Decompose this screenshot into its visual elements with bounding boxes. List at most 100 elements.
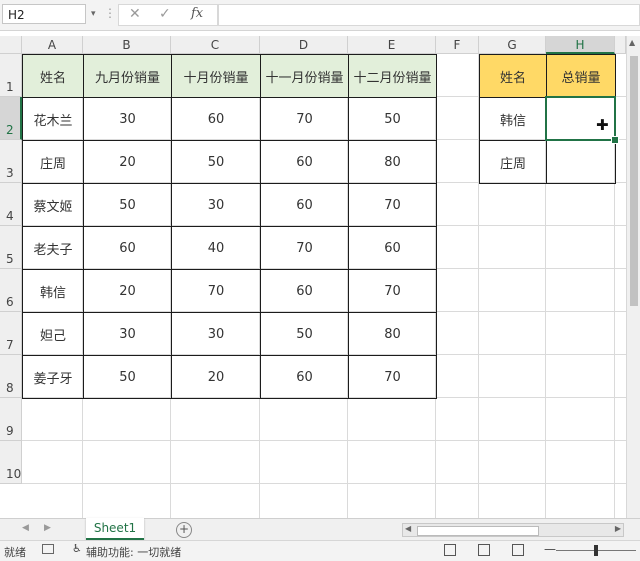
sales_table-header-cell[interactable]: 九月份销量 bbox=[83, 54, 171, 97]
sales_table-header-cell[interactable]: 姓名 bbox=[22, 54, 83, 97]
horizontal-scroll-thumb[interactable] bbox=[417, 526, 539, 536]
zoom-slider-thumb[interactable] bbox=[594, 545, 598, 556]
row-number: 1 bbox=[6, 80, 14, 94]
sales_table-cell[interactable]: 庄周 bbox=[22, 140, 83, 183]
sales_table-cell[interactable]: 50 bbox=[260, 312, 348, 355]
sales_table-cell[interactable]: 70 bbox=[260, 97, 348, 140]
scroll-left-icon[interactable]: ◀ bbox=[405, 524, 411, 533]
lookup_table-cell[interactable]: 韩信 bbox=[479, 97, 546, 140]
row-header-5[interactable]: 5 bbox=[0, 226, 22, 269]
sales_table-cell[interactable]: 30 bbox=[171, 312, 260, 355]
row-number: 6 bbox=[6, 295, 14, 309]
macro-record-icon[interactable] bbox=[42, 544, 54, 554]
sales_table-cell[interactable]: 80 bbox=[348, 312, 436, 355]
sales_table-cell[interactable]: 60 bbox=[348, 226, 436, 269]
cancel-icon[interactable]: ✕ bbox=[129, 6, 141, 22]
sales_table-header-cell[interactable]: 十二月份销量 bbox=[348, 54, 436, 97]
select-all-corner[interactable] bbox=[0, 36, 22, 54]
sales_table-cell[interactable]: 蔡文姬 bbox=[22, 183, 83, 226]
page-break-view-icon[interactable] bbox=[512, 544, 524, 556]
sales_table-cell[interactable]: 花木兰 bbox=[22, 97, 83, 140]
column-header-b[interactable]: B bbox=[83, 36, 171, 54]
formula-input[interactable] bbox=[218, 4, 640, 26]
row-header-8[interactable]: 8 bbox=[0, 355, 22, 398]
sales_table-cell[interactable]: 50 bbox=[171, 140, 260, 183]
scroll-right-icon[interactable]: ▶ bbox=[615, 524, 621, 533]
row-number: 7 bbox=[6, 338, 14, 352]
scroll-up-icon[interactable]: ▲ bbox=[629, 38, 635, 47]
row-header-3[interactable]: 3 bbox=[0, 140, 22, 183]
accessibility-status[interactable]: 辅助功能: 一切就绪 bbox=[86, 544, 181, 560]
sales_table-cell[interactable]: 20 bbox=[83, 269, 171, 312]
column-header-a[interactable]: A bbox=[22, 36, 83, 54]
sales_table-cell[interactable]: 60 bbox=[260, 140, 348, 183]
fx-icon[interactable]: fx bbox=[191, 6, 203, 21]
sales_table-cell[interactable]: 40 bbox=[171, 226, 260, 269]
lookup_table-header-cell[interactable]: 总销量 bbox=[546, 54, 615, 97]
sales_table-cell[interactable]: 60 bbox=[260, 269, 348, 312]
row-header-6[interactable]: 6 bbox=[0, 269, 22, 312]
fill-handle[interactable] bbox=[611, 136, 619, 144]
column-header-d[interactable]: D bbox=[260, 36, 348, 54]
name-box[interactable]: H2 bbox=[2, 4, 86, 24]
lookup_table-header-cell[interactable]: 姓名 bbox=[479, 54, 546, 97]
row-header-2[interactable]: 2 bbox=[0, 97, 22, 140]
lookup_table-cell[interactable]: 庄周 bbox=[479, 140, 546, 183]
sales_table-cell[interactable]: 20 bbox=[83, 140, 171, 183]
column-header-e[interactable]: E bbox=[348, 36, 436, 54]
page-layout-view-icon[interactable] bbox=[478, 544, 490, 556]
sales_table-cell[interactable]: 韩信 bbox=[22, 269, 83, 312]
enter-icon[interactable]: ✓ bbox=[159, 6, 171, 22]
row-header-7[interactable]: 7 bbox=[0, 312, 22, 355]
normal-view-icon[interactable] bbox=[444, 544, 456, 556]
sales_table-cell[interactable]: 60 bbox=[83, 226, 171, 269]
sales_table-cell[interactable]: 50 bbox=[348, 97, 436, 140]
vertical-scrollbar[interactable]: ▲ bbox=[626, 36, 640, 522]
vertical-scroll-thumb[interactable] bbox=[630, 56, 638, 306]
sales_table-cell[interactable]: 60 bbox=[260, 183, 348, 226]
sales_table-cell[interactable]: 姜子牙 bbox=[22, 355, 83, 398]
column-header-f[interactable]: F bbox=[436, 36, 479, 54]
tab-prev-icon[interactable]: ◀ bbox=[22, 523, 29, 533]
accessibility-icon[interactable]: ♿ bbox=[72, 542, 82, 555]
sales_table-cell[interactable]: 妲己 bbox=[22, 312, 83, 355]
tab-sheet1[interactable]: Sheet1 bbox=[86, 518, 144, 541]
row-header-1[interactable]: 1 bbox=[0, 54, 22, 97]
lookup_table-cell[interactable] bbox=[546, 140, 615, 183]
sales_table-cell[interactable]: 50 bbox=[83, 183, 171, 226]
sales_table-cell[interactable]: 70 bbox=[348, 183, 436, 226]
sales_table-cell[interactable]: 30 bbox=[83, 97, 171, 140]
add-sheet-icon[interactable]: + bbox=[176, 522, 192, 538]
row-header-10[interactable]: 10 bbox=[0, 441, 22, 484]
sales_table-header-cell[interactable]: 十一月份销量 bbox=[260, 54, 348, 97]
sales_table-cell[interactable]: 50 bbox=[83, 355, 171, 398]
sales_table-cell[interactable]: 80 bbox=[348, 140, 436, 183]
row-header-9[interactable]: 9 bbox=[0, 398, 22, 441]
row-header-4[interactable]: 4 bbox=[0, 183, 22, 226]
column-header-g[interactable]: G bbox=[479, 36, 546, 54]
sales_table-cell[interactable]: 20 bbox=[171, 355, 260, 398]
row-number: 10 bbox=[6, 467, 22, 481]
gridline-horizontal bbox=[22, 440, 626, 441]
gridline-horizontal bbox=[22, 483, 626, 484]
sales_table-cell[interactable]: 70 bbox=[171, 269, 260, 312]
sales_table-cell[interactable]: 70 bbox=[260, 226, 348, 269]
column-header-h[interactable]: H bbox=[546, 36, 615, 54]
sales_table-cell[interactable]: 30 bbox=[171, 183, 260, 226]
sales_table-header-cell[interactable]: 十月份销量 bbox=[171, 54, 260, 97]
sales_table-border-bottom bbox=[22, 398, 437, 399]
sales_table-cell[interactable]: 70 bbox=[348, 269, 436, 312]
sales_table-cell[interactable]: 30 bbox=[83, 312, 171, 355]
horizontal-scrollbar[interactable]: ◀ ▶ bbox=[402, 523, 624, 537]
column-header-blank bbox=[615, 36, 626, 54]
lookup_table-border-bottom bbox=[479, 183, 616, 184]
sales_table-cell[interactable]: 老夫子 bbox=[22, 226, 83, 269]
row-number: 3 bbox=[6, 166, 14, 180]
tab-next-icon[interactable]: ▶ bbox=[44, 523, 51, 533]
column-header-c[interactable]: C bbox=[171, 36, 260, 54]
zoom-out-icon[interactable]: — bbox=[544, 542, 556, 556]
name-box-dropdown-icon[interactable]: ▾ bbox=[91, 9, 96, 19]
sales_table-cell[interactable]: 60 bbox=[171, 97, 260, 140]
sales_table-cell[interactable]: 60 bbox=[260, 355, 348, 398]
sales_table-cell[interactable]: 70 bbox=[348, 355, 436, 398]
